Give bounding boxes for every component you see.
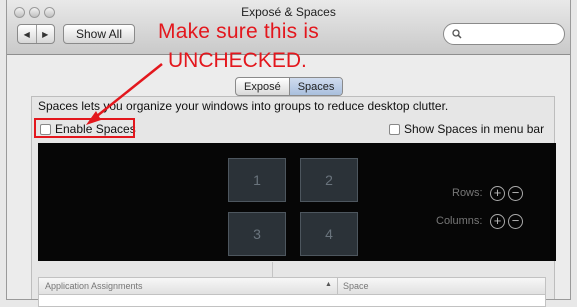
search-field[interactable] <box>443 23 565 45</box>
column-divider <box>337 278 338 294</box>
annotation-line-1: Make sure this is <box>158 20 319 43</box>
show-in-menubar-label: Show Spaces in menu bar <box>404 122 545 136</box>
column-header-space[interactable]: Space <box>343 281 369 291</box>
spaces-description: Spaces lets you organize your windows in… <box>38 99 449 113</box>
show-all-button[interactable]: Show All <box>63 24 135 44</box>
column-header-application[interactable]: Application Assignments <box>45 281 143 291</box>
forward-arrow-icon[interactable]: ▶ <box>37 25 55 43</box>
space-tile[interactable]: 1 <box>228 158 286 202</box>
space-tile[interactable]: 2 <box>300 158 358 202</box>
window-title: Exposé & Spaces <box>241 5 336 19</box>
tab-spaces[interactable]: Spaces <box>288 78 343 95</box>
space-tile[interactable]: 4 <box>300 212 358 256</box>
annotation-line-2: UNCHECKED. <box>168 49 307 72</box>
table-header: Application Assignments ▲ Space <box>39 278 545 295</box>
columns-label: Columns: <box>436 215 483 227</box>
back-forward-control: ◀ ▶ <box>17 24 55 44</box>
space-tile[interactable]: 3 <box>228 212 286 256</box>
rows-label: Rows: <box>452 187 483 199</box>
show-in-menubar-checkbox[interactable] <box>389 123 400 135</box>
magnifier-icon <box>452 29 462 42</box>
search-input[interactable] <box>464 26 562 44</box>
highlight-box <box>34 118 135 138</box>
back-arrow-icon[interactable]: ◀ <box>18 25 37 43</box>
columns-add-button[interactable]: + <box>490 214 505 229</box>
columns-remove-button[interactable]: − <box>508 214 523 229</box>
tab-expose[interactable]: Exposé <box>236 78 289 95</box>
tab-bar: Exposé Spaces <box>235 77 344 96</box>
rows-add-button[interactable]: + <box>490 186 505 201</box>
show-in-menubar-option[interactable]: Show Spaces in menu bar <box>389 122 544 136</box>
sort-ascending-icon: ▲ <box>325 281 332 288</box>
spaces-preview: 1 2 3 4 Rows: + − Columns: + − <box>38 143 556 261</box>
application-assignments-table[interactable]: Application Assignments ▲ Space <box>38 277 546 307</box>
rows-remove-button[interactable]: − <box>508 186 523 201</box>
